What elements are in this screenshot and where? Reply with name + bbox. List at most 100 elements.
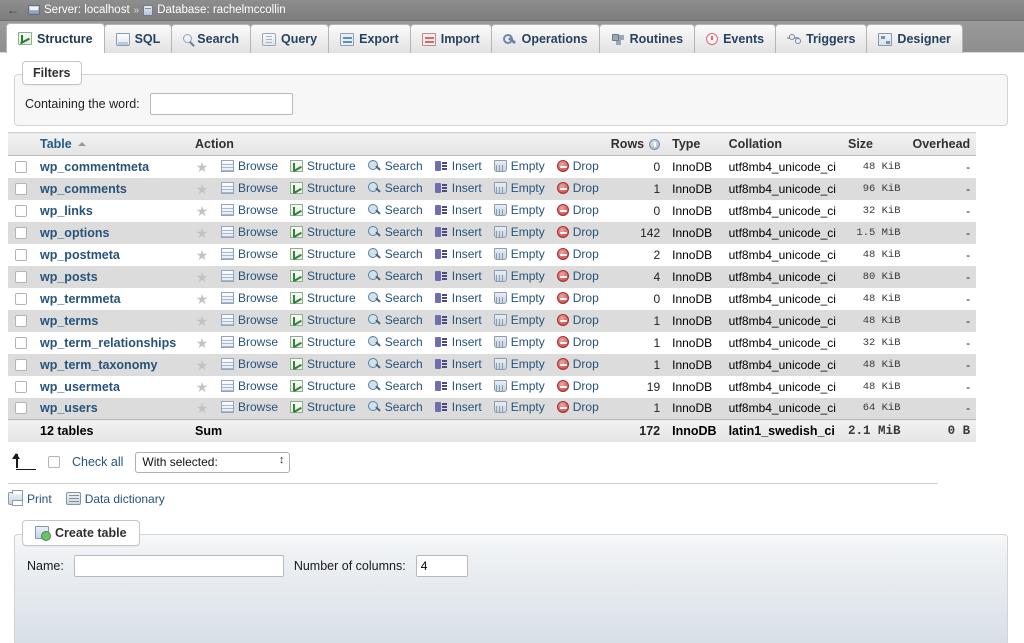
action-empty-link[interactable]: Empty xyxy=(494,181,545,195)
favorite-star-icon[interactable]: ★ xyxy=(195,183,209,197)
breadcrumb-database[interactable]: Database: rachelmccollin xyxy=(143,4,285,16)
action-empty-link[interactable]: Empty xyxy=(494,357,545,371)
action-drop-link[interactable]: Drop xyxy=(557,335,599,349)
favorite-star-icon[interactable]: ★ xyxy=(195,205,209,219)
action-drop-link[interactable]: Drop xyxy=(557,313,599,327)
action-empty-link[interactable]: Empty xyxy=(494,225,545,239)
favorite-star-icon[interactable]: ★ xyxy=(195,337,209,351)
action-drop-link[interactable]: Drop xyxy=(557,225,599,239)
action-browse-link[interactable]: Browse xyxy=(221,159,278,173)
row-checkbox[interactable] xyxy=(15,315,27,327)
action-structure-link[interactable]: Structure xyxy=(290,203,356,217)
action-drop-link[interactable]: Drop xyxy=(557,203,599,217)
action-empty-link[interactable]: Empty xyxy=(494,159,545,173)
action-drop-link[interactable]: Drop xyxy=(557,181,599,195)
table-name-link[interactable]: wp_term_taxonomy xyxy=(40,358,157,372)
row-checkbox[interactable] xyxy=(15,381,27,393)
action-browse-link[interactable]: Browse xyxy=(221,379,278,393)
action-insert-link[interactable]: Insert xyxy=(435,247,482,261)
table-name-link[interactable]: wp_termmeta xyxy=(40,292,121,306)
create-table-columns-input[interactable] xyxy=(416,555,468,577)
action-empty-link[interactable]: Empty xyxy=(494,291,545,305)
favorite-star-icon[interactable]: ★ xyxy=(195,402,209,416)
action-search-link[interactable]: Search xyxy=(368,313,423,327)
action-structure-link[interactable]: Structure xyxy=(290,400,356,414)
action-insert-link[interactable]: Insert xyxy=(435,203,482,217)
favorite-star-icon[interactable]: ★ xyxy=(195,359,209,373)
tab-events[interactable]: Events xyxy=(694,24,776,53)
action-search-link[interactable]: Search xyxy=(368,400,423,414)
action-insert-link[interactable]: Insert xyxy=(435,379,482,393)
action-drop-link[interactable]: Drop xyxy=(557,400,599,414)
action-structure-link[interactable]: Structure xyxy=(290,313,356,327)
action-empty-link[interactable]: Empty xyxy=(494,335,545,349)
table-name-link[interactable]: wp_options xyxy=(40,226,109,240)
action-empty-link[interactable]: Empty xyxy=(494,379,545,393)
breadcrumb-server[interactable]: Server: localhost xyxy=(28,4,130,16)
action-browse-link[interactable]: Browse xyxy=(221,313,278,327)
action-insert-link[interactable]: Insert xyxy=(435,159,482,173)
table-name-link[interactable]: wp_usermeta xyxy=(40,380,120,394)
favorite-star-icon[interactable]: ★ xyxy=(195,381,209,395)
action-browse-link[interactable]: Browse xyxy=(221,291,278,305)
action-structure-link[interactable]: Structure xyxy=(290,291,356,305)
sort-by-table-link[interactable]: Table xyxy=(40,137,72,151)
table-name-link[interactable]: wp_postmeta xyxy=(40,248,120,262)
data-dictionary-link[interactable]: Data dictionary xyxy=(66,492,165,506)
action-search-link[interactable]: Search xyxy=(368,203,423,217)
action-structure-link[interactable]: Structure xyxy=(290,357,356,371)
action-structure-link[interactable]: Structure xyxy=(290,379,356,393)
action-browse-link[interactable]: Browse xyxy=(221,357,278,371)
row-checkbox[interactable] xyxy=(15,337,27,349)
tab-structure[interactable]: Structure xyxy=(6,23,105,53)
col-table[interactable]: Table xyxy=(34,133,189,156)
table-name-link[interactable]: wp_comments xyxy=(40,182,127,196)
action-insert-link[interactable]: Insert xyxy=(435,291,482,305)
tab-query[interactable]: Query xyxy=(250,24,329,53)
action-browse-link[interactable]: Browse xyxy=(221,247,278,261)
tab-triggers[interactable]: Triggers xyxy=(775,24,867,53)
help-icon[interactable] xyxy=(649,139,660,150)
tab-export[interactable]: Export xyxy=(328,24,411,53)
action-search-link[interactable]: Search xyxy=(368,379,423,393)
row-checkbox[interactable] xyxy=(15,183,27,195)
table-name-link[interactable]: wp_terms xyxy=(40,314,98,328)
favorite-star-icon[interactable]: ★ xyxy=(195,293,209,307)
row-checkbox[interactable] xyxy=(15,359,27,371)
action-search-link[interactable]: Search xyxy=(368,247,423,261)
action-drop-link[interactable]: Drop xyxy=(557,269,599,283)
action-structure-link[interactable]: Structure xyxy=(290,225,356,239)
with-selected-select[interactable]: With selected: xyxy=(135,452,290,473)
action-empty-link[interactable]: Empty xyxy=(494,203,545,217)
action-structure-link[interactable]: Structure xyxy=(290,159,356,173)
table-name-link[interactable]: wp_links xyxy=(40,204,93,218)
row-checkbox[interactable] xyxy=(15,293,27,305)
action-empty-link[interactable]: Empty xyxy=(494,400,545,414)
favorite-star-icon[interactable]: ★ xyxy=(195,315,209,329)
action-structure-link[interactable]: Structure xyxy=(290,335,356,349)
row-checkbox[interactable] xyxy=(15,227,27,239)
tab-routines[interactable]: Routines xyxy=(599,24,695,53)
table-name-link[interactable]: wp_commentmeta xyxy=(40,160,149,174)
action-search-link[interactable]: Search xyxy=(368,159,423,173)
action-insert-link[interactable]: Insert xyxy=(435,357,482,371)
action-search-link[interactable]: Search xyxy=(368,357,423,371)
tab-operations[interactable]: Operations xyxy=(491,24,600,53)
action-insert-link[interactable]: Insert xyxy=(435,335,482,349)
action-insert-link[interactable]: Insert xyxy=(435,225,482,239)
action-insert-link[interactable]: Insert xyxy=(435,313,482,327)
favorite-star-icon[interactable]: ★ xyxy=(195,161,209,175)
action-insert-link[interactable]: Insert xyxy=(435,400,482,414)
tab-import[interactable]: Import xyxy=(410,24,492,53)
tab-search[interactable]: Search xyxy=(171,24,251,53)
action-browse-link[interactable]: Browse xyxy=(221,269,278,283)
action-empty-link[interactable]: Empty xyxy=(494,247,545,261)
action-search-link[interactable]: Search xyxy=(368,335,423,349)
action-drop-link[interactable]: Drop xyxy=(557,159,599,173)
action-drop-link[interactable]: Drop xyxy=(557,247,599,261)
containing-word-input[interactable] xyxy=(150,93,293,115)
action-browse-link[interactable]: Browse xyxy=(221,203,278,217)
action-browse-link[interactable]: Browse xyxy=(221,181,278,195)
tab-designer[interactable]: Designer xyxy=(866,24,963,53)
action-browse-link[interactable]: Browse xyxy=(221,400,278,414)
